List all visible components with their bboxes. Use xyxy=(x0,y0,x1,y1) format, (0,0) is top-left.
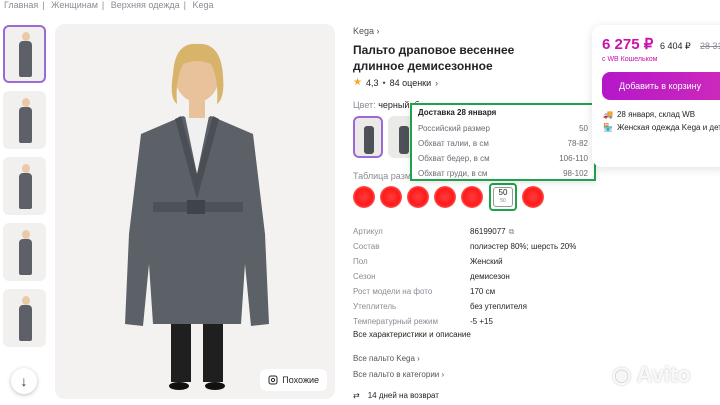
size-option[interactable] xyxy=(522,186,544,208)
tooltip-row: Обхват груди, в см 98-102 xyxy=(418,169,588,178)
watermark: ◉ Avito xyxy=(612,362,691,387)
copy-icon[interactable]: ⧉ xyxy=(509,227,515,237)
tooltip-row: Обхват талии, в см 78-82 xyxy=(418,139,588,148)
model-in-coat-image xyxy=(55,24,335,399)
similar-button-label: Похожие xyxy=(282,375,319,385)
add-to-cart-button[interactable]: Добавить в корзину xyxy=(602,72,720,100)
thumbnail[interactable] xyxy=(3,223,46,281)
returns-info: ⇄ 14 дней на возврат xyxy=(353,391,439,400)
size-option[interactable] xyxy=(407,186,429,208)
article-number: 86199077 xyxy=(470,227,506,236)
breadcrumb: Главная | Женщинам | Верхняя одежда | Kega xyxy=(4,0,214,10)
return-arrows-icon: ⇄ xyxy=(353,391,360,400)
breadcrumb-home[interactable]: Главная xyxy=(4,0,38,10)
size-option[interactable] xyxy=(434,186,456,208)
tooltip-row: Обхват бедер, в см 106-110 xyxy=(418,154,588,163)
truck-icon: 🚚 xyxy=(603,110,613,119)
specs-table: Артикул 86199077 ⧉ Состав полиэстер 80%; ше… xyxy=(353,224,576,329)
shop-icon: 🏪 xyxy=(603,123,613,132)
returns-label: 14 дней на возврат xyxy=(367,391,439,400)
wallet-note: с WB Кошельком xyxy=(602,56,658,63)
spec-row: Пол Женский xyxy=(353,257,503,266)
size-sub-label: 50 xyxy=(500,198,506,204)
rating[interactable]: ★ 4,3 • 84 оценки › xyxy=(353,77,438,88)
size-option[interactable] xyxy=(461,186,483,208)
breadcrumb-brand[interactable]: Kega xyxy=(193,0,214,10)
reviews-count: 84 оценки xyxy=(389,77,432,88)
thumbnail-list xyxy=(3,25,49,355)
color-variant[interactable] xyxy=(353,116,383,158)
price: 6 275 ₽ xyxy=(602,36,654,53)
price-card: 6 275 ₽ 6 404 ₽ 28 315 с WB Кошельком До… xyxy=(592,25,720,167)
star-icon: ★ xyxy=(353,77,362,88)
brand-link[interactable]: Kega › xyxy=(353,26,380,36)
rating-value: 4,3 xyxy=(365,77,379,88)
product-photo[interactable]: Похожие xyxy=(55,24,335,399)
delivery-label: 28 января, склад WB xyxy=(616,110,696,119)
product-title: Пальто драповое весеннее длинное демисез… xyxy=(353,43,515,73)
all-brand-coats-link[interactable]: Все пальто Kega › xyxy=(353,354,420,363)
thumbnail[interactable] xyxy=(3,289,46,347)
delivery-info: 🚚 28 января, склад WB xyxy=(603,110,695,119)
tooltip-header: Доставка 28 января xyxy=(418,108,497,117)
breadcrumb-women[interactable]: Женщинам xyxy=(51,0,98,10)
size-tooltip: Доставка 28 января Российский размер 50 О… xyxy=(410,103,596,181)
all-category-link[interactable]: Все пальто в категории › xyxy=(353,370,444,379)
spec-row: Температурный режим -5 +15 xyxy=(353,317,493,326)
size-option[interactable] xyxy=(353,186,375,208)
similar-button[interactable]: Похожие xyxy=(260,369,327,391)
thumbnail[interactable] xyxy=(3,91,46,149)
seller-label: Женская одежда Kega и детская xyxy=(616,123,720,132)
spec-row: Артикул 86199077 ⧉ xyxy=(353,226,515,237)
search-image-icon xyxy=(268,375,278,385)
spec-row: Состав полиэстер 80%; шерсть 20% xyxy=(353,242,577,251)
size-option-selected[interactable]: 50 50 xyxy=(489,183,517,211)
thumbnail[interactable] xyxy=(3,25,46,83)
size-main-label: 50 xyxy=(498,188,508,197)
price-without-wallet: 6 404 ₽ xyxy=(660,41,691,51)
arrow-down-icon: ↓ xyxy=(20,373,28,389)
breadcrumb-outerwear[interactable]: Верхняя одежда xyxy=(111,0,180,10)
spec-row: Утеплитель без утеплителя xyxy=(353,302,527,311)
size-option[interactable] xyxy=(380,186,402,208)
thumbnail[interactable] xyxy=(3,157,46,215)
old-price: 28 315 xyxy=(700,41,720,51)
scroll-down-button[interactable]: ↓ xyxy=(11,368,37,394)
tooltip-row: Российский размер 50 xyxy=(418,124,588,133)
all-specs-link[interactable]: Все характеристики и описание xyxy=(353,330,471,339)
seller-info[interactable]: 🏪 Женская одежда Kega и детская xyxy=(603,123,720,132)
spec-row: Рост модели на фото 170 см xyxy=(353,287,496,296)
spec-row: Сезон демисезон xyxy=(353,272,510,281)
